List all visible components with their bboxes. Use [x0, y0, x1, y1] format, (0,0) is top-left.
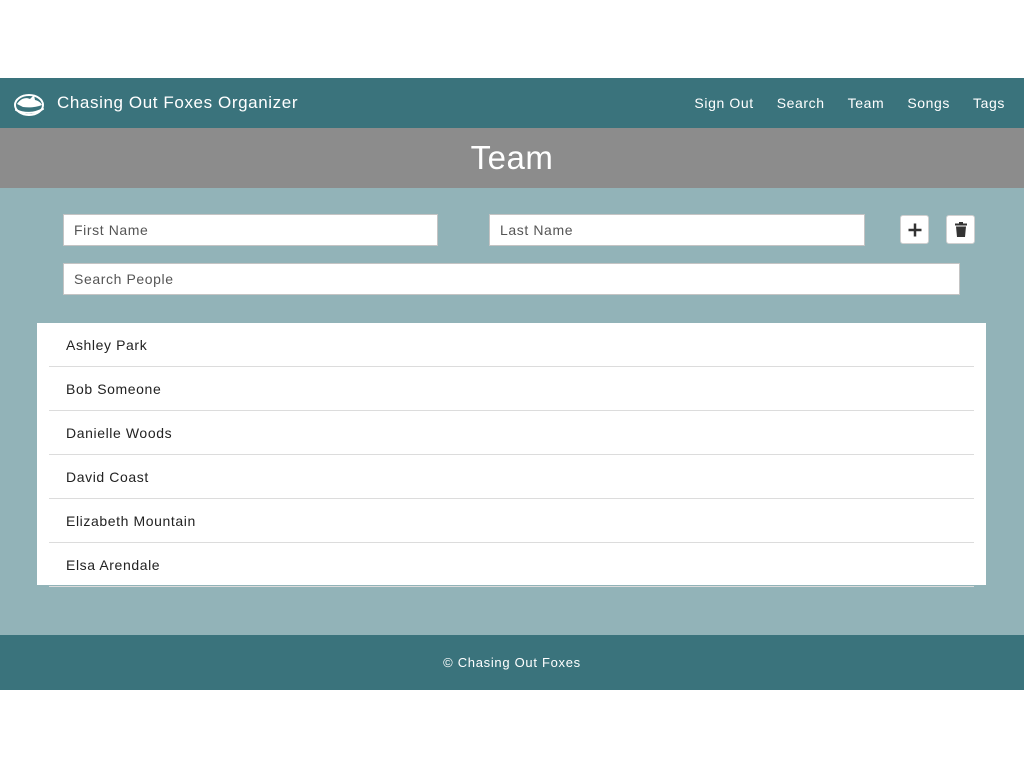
app-title: Chasing Out Foxes Organizer — [57, 93, 299, 112]
nav-link-tags[interactable]: Tags — [973, 95, 1005, 111]
add-person-button[interactable] — [900, 215, 929, 244]
list-item[interactable]: Ashley Park — [49, 323, 974, 367]
list-item[interactable]: David Coast — [49, 455, 974, 499]
nav-link-sign-out[interactable]: Sign Out — [694, 95, 753, 111]
nav-links: Sign Out Search Team Songs Tags — [671, 95, 1005, 111]
first-name-input[interactable] — [63, 214, 438, 246]
fox-logo-icon — [14, 94, 44, 116]
list-item[interactable]: Danielle Woods — [49, 411, 974, 455]
trash-icon — [954, 222, 967, 237]
list-item[interactable]: Elsa Arendale — [49, 543, 974, 587]
last-name-input[interactable] — [489, 214, 865, 246]
people-list: Ashley Park Bob Someone Danielle Woods D… — [37, 323, 986, 587]
nav-link-team[interactable]: Team — [848, 95, 885, 111]
nav-link-songs[interactable]: Songs — [907, 95, 950, 111]
footer-copyright: © Chasing Out Foxes — [443, 655, 581, 670]
nav-link-search[interactable]: Search — [777, 95, 825, 111]
search-people-input[interactable] — [63, 263, 960, 295]
page-header: Team — [0, 128, 1024, 188]
list-item[interactable]: Bob Someone — [49, 367, 974, 411]
delete-person-button[interactable] — [946, 215, 975, 244]
page-title: Team — [470, 139, 554, 176]
plus-icon — [908, 223, 921, 236]
list-item[interactable]: Elizabeth Mountain — [49, 499, 974, 543]
main-content: Ashley Park Bob Someone Danielle Woods D… — [0, 188, 1024, 635]
brand[interactable]: Chasing Out Foxes Organizer — [12, 88, 298, 118]
navbar: Chasing Out Foxes Organizer Sign Out Sea… — [0, 78, 1024, 128]
footer: © Chasing Out Foxes — [0, 635, 1024, 690]
